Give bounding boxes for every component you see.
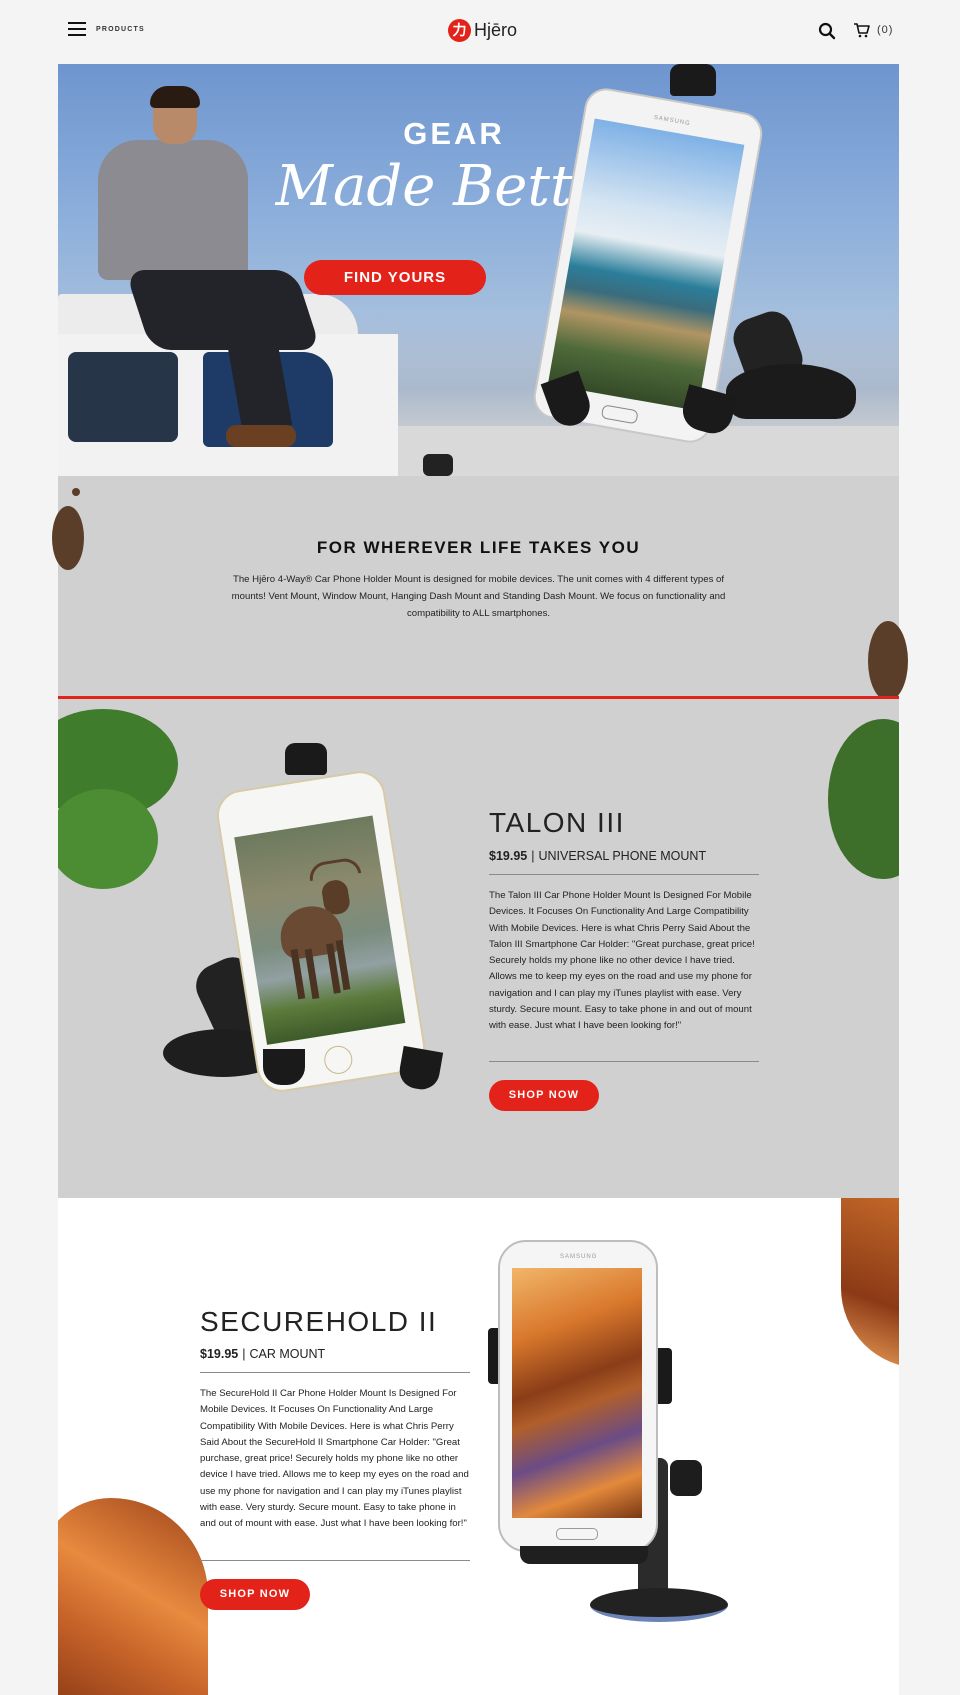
phone-home-button bbox=[556, 1528, 598, 1540]
canyon-decoration bbox=[841, 1198, 899, 1368]
talon-shop-now-button[interactable]: SHOP NOW bbox=[489, 1080, 599, 1111]
product-price-row: $19.95 | CAR MOUNT bbox=[200, 1347, 326, 1361]
intro-section: FOR WHEREVER LIFE TAKES YOU The Hjēro 4-… bbox=[52, 476, 908, 701]
product-description: The SecureHold II Car Phone Holder Mount… bbox=[200, 1388, 469, 1530]
product-talon-section: TALON III $19.95 | UNIVERSAL PHONE MOUNT T… bbox=[58, 699, 899, 1198]
product-price: $19.95 bbox=[489, 849, 528, 863]
hero-banner: GEAR Made Better FIND YOURS SAMSUNG bbox=[58, 64, 899, 476]
intro-heading: FOR WHEREVER LIFE TAKES YOU bbox=[316, 538, 641, 557]
securehold-phone-brand: SAMSUNG bbox=[560, 1254, 598, 1260]
divider-rule bbox=[200, 1372, 470, 1373]
product-price: $19.95 bbox=[200, 1347, 239, 1361]
talon-mount-clip bbox=[263, 1049, 305, 1085]
securehold-mount-knob bbox=[670, 1460, 702, 1496]
hero-title-line1: GEAR bbox=[403, 116, 505, 151]
divider-rule bbox=[489, 1061, 759, 1062]
securehold-phone-image: SAMSUNG bbox=[498, 1240, 658, 1552]
dirt-decoration bbox=[868, 621, 908, 701]
intro-text: The Hjēro 4-Way® Car Phone Holder Mount … bbox=[231, 574, 726, 619]
product-subtitle: CAR MOUNT bbox=[249, 1347, 326, 1361]
hero-mount-base bbox=[726, 364, 856, 419]
tree-decoration bbox=[828, 719, 899, 879]
divider-rule bbox=[489, 874, 759, 875]
product-title: TALON III bbox=[489, 807, 625, 838]
hero-mount-clip bbox=[670, 64, 716, 96]
divider-rule bbox=[200, 1560, 470, 1561]
product-subtitle: UNIVERSAL PHONE MOUNT bbox=[538, 849, 707, 863]
securehold-shop-now-button[interactable]: SHOP NOW bbox=[200, 1579, 310, 1610]
talon-mount-clip bbox=[285, 743, 327, 775]
canyon-decoration bbox=[58, 1498, 208, 1695]
tree-decoration bbox=[58, 789, 158, 889]
page-content: GEAR Made Better FIND YOURS SAMSUNG FOR … bbox=[52, 0, 908, 1695]
product-description: The Talon III Car Phone Holder Mount Is … bbox=[489, 890, 755, 1032]
securehold-mount-base bbox=[590, 1588, 728, 1622]
product-price-row: $19.95 | UNIVERSAL PHONE MOUNT bbox=[489, 849, 707, 863]
securehold-mount-cradle bbox=[520, 1546, 648, 1564]
product-title: SECUREHOLD II bbox=[200, 1306, 438, 1337]
dirt-decoration bbox=[72, 488, 80, 496]
find-yours-button[interactable]: FIND YOURS bbox=[304, 260, 486, 295]
hero-man-image bbox=[68, 86, 321, 450]
securehold-phone-screen bbox=[512, 1268, 642, 1518]
product-securehold-section: SECUREHOLD II $19.95 | CAR MOUNT The Secur… bbox=[58, 1198, 899, 1695]
talon-mount-clip bbox=[396, 1045, 444, 1093]
